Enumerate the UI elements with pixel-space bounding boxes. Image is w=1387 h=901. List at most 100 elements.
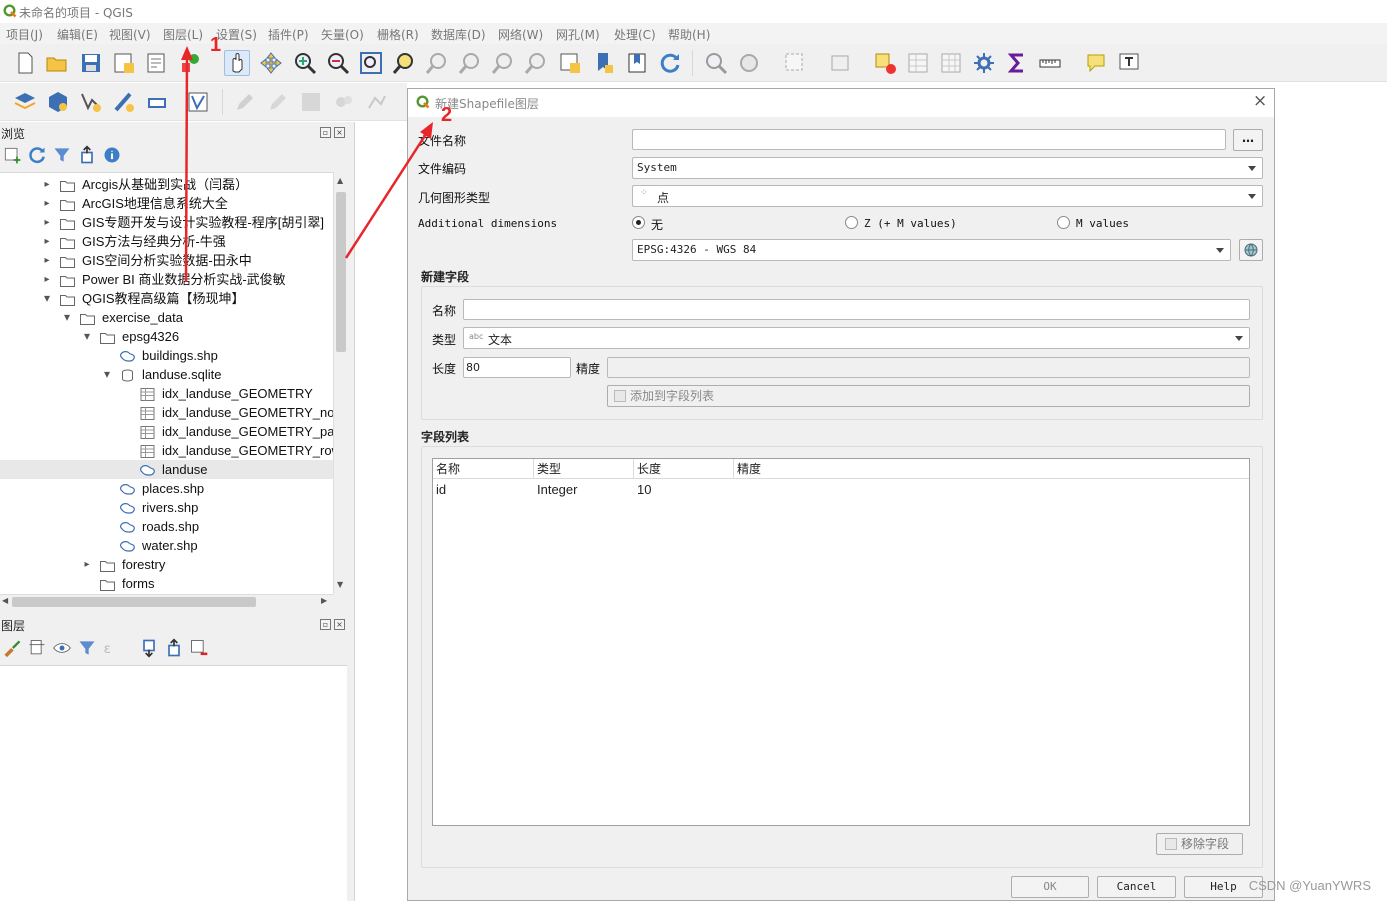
menu-view[interactable]: 视图(V) [109, 26, 151, 43]
menu-settings[interactable]: 设置(S) [216, 26, 257, 43]
chevron-right-icon[interactable]: ▸ [42, 175, 52, 194]
properties-info-icon[interactable] [102, 145, 122, 165]
zoom-to-layer-icon[interactable] [424, 50, 450, 76]
map-tips-icon[interactable] [1083, 50, 1109, 76]
menu-edit[interactable]: 编辑(E) [57, 26, 98, 43]
tree-item[interactable]: water.shp [0, 536, 333, 555]
remove-field-button[interactable]: 移除字段 [1156, 833, 1243, 855]
add-group-icon[interactable] [27, 638, 47, 658]
chevron-right-icon[interactable]: ▸ [42, 251, 52, 270]
menu-layer[interactable]: 图层(L) [163, 26, 203, 43]
scroll-down-icon[interactable]: ▼ [337, 580, 343, 589]
column-header-name[interactable]: 名称 [433, 459, 534, 479]
chevron-right-icon[interactable]: ▸ [42, 213, 52, 232]
identify-features-icon[interactable] [703, 50, 729, 76]
refresh-icon[interactable] [657, 50, 683, 76]
close-dialog-icon[interactable]: × [1253, 91, 1267, 111]
new-spatialite-layer-icon[interactable] [111, 89, 137, 115]
field-calculator-icon[interactable] [938, 50, 964, 76]
browser-horizontal-scrollbar[interactable]: ◀ ▶ [0, 594, 333, 608]
menu-plugins[interactable]: 插件(P) [268, 26, 309, 43]
chevron-right-icon[interactable]: ▸ [42, 270, 52, 289]
chevron-down-icon[interactable]: ▾ [82, 327, 92, 346]
tree-item[interactable]: ▸ Power BI 商业数据分析实战-武俊敏 [0, 270, 333, 289]
menu-vector[interactable]: 矢量(O) [321, 26, 364, 43]
zoom-next-icon[interactable] [523, 50, 549, 76]
new-project-icon[interactable] [12, 50, 38, 76]
dim-none-radio[interactable] [632, 216, 645, 229]
current-edits-icon[interactable] [232, 89, 258, 115]
tree-item[interactable]: places.shp [0, 479, 333, 498]
tree-item[interactable]: idx_landuse_GEOMETRY_rowid [0, 441, 333, 460]
vertex-tool-icon[interactable] [364, 89, 390, 115]
tree-item[interactable]: ▾ landuse.sqlite [0, 365, 333, 384]
toggle-editing-icon[interactable] [265, 89, 291, 115]
menu-project[interactable]: 项目(J) [6, 26, 43, 43]
dim-z-radio[interactable] [845, 216, 858, 229]
text-annotation-icon[interactable] [1116, 50, 1142, 76]
deselect-all-icon[interactable] [872, 50, 898, 76]
zoom-full-icon[interactable] [358, 50, 384, 76]
chevron-down-icon[interactable]: ▾ [62, 308, 72, 327]
menu-database[interactable]: 数据库(D) [431, 26, 486, 43]
map-canvas-right[interactable] [1275, 83, 1387, 901]
zoom-in-icon[interactable] [292, 50, 318, 76]
new-map-view-icon[interactable] [557, 50, 583, 76]
field-precision-input[interactable] [607, 357, 1250, 378]
field-name-input[interactable] [463, 299, 1250, 320]
close-panel-icon[interactable]: × [334, 619, 345, 630]
browser-vertical-scrollbar[interactable]: ▲ ▼ [333, 172, 347, 594]
field-length-input[interactable]: 80 [463, 357, 571, 378]
open-project-icon[interactable] [44, 50, 70, 76]
layer-styling-icon[interactable] [2, 638, 22, 658]
tree-item[interactable]: buildings.shp [0, 346, 333, 365]
select-by-value-icon[interactable] [828, 50, 854, 76]
menu-mesh[interactable]: 网孔(M) [556, 26, 600, 43]
new-print-layout-icon[interactable] [111, 50, 137, 76]
field-list-table[interactable]: 名称 类型 长度 精度 id Integer 10 [432, 458, 1250, 826]
close-panel-icon[interactable]: × [334, 127, 345, 138]
hscroll-thumb[interactable] [12, 597, 256, 607]
zoom-native-icon[interactable] [457, 50, 483, 76]
new-temporary-layer-icon[interactable] [144, 89, 170, 115]
menu-web[interactable]: 网络(W) [498, 26, 543, 43]
cancel-button[interactable]: Cancel [1097, 876, 1176, 898]
chevron-down-icon[interactable]: ▾ [102, 365, 112, 384]
file-encoding-select[interactable]: System [632, 157, 1263, 179]
remove-layer-icon[interactable] [189, 638, 209, 658]
menu-help[interactable]: 帮助(H) [668, 26, 710, 43]
tree-item[interactable]: idx_landuse_GEOMETRY_parent [0, 422, 333, 441]
crs-select[interactable]: EPSG:4326 - WGS 84 [632, 239, 1231, 261]
tree-item[interactable]: ▸ Arcgis从基础到实战（闫磊） [0, 175, 333, 194]
tree-item[interactable]: forms [0, 574, 333, 593]
ok-button[interactable]: OK [1011, 876, 1089, 898]
panel-splitter[interactable] [347, 122, 354, 901]
tree-item[interactable]: ▸ ArcGIS地理信息系统大全 [0, 194, 333, 213]
float-panel-icon[interactable]: ▫ [320, 619, 331, 630]
tree-item[interactable]: ▸ forestry [0, 555, 333, 574]
manage-visibility-icon[interactable] [52, 638, 72, 658]
save-edits-icon[interactable] [298, 89, 324, 115]
tree-item[interactable]: landuse [0, 460, 333, 479]
scroll-up-icon[interactable]: ▲ [337, 176, 343, 185]
zoom-to-selection-icon[interactable] [391, 50, 417, 76]
chevron-right-icon[interactable]: ▸ [42, 232, 52, 251]
zoom-out-icon[interactable] [325, 50, 351, 76]
filter-browser-icon[interactable] [52, 145, 72, 165]
scroll-right-icon[interactable]: ▶ [321, 596, 327, 605]
layers-list[interactable] [0, 665, 347, 901]
dim-m-radio[interactable] [1057, 216, 1070, 229]
add-feature-icon[interactable] [331, 89, 357, 115]
chevron-down-icon[interactable]: ▾ [42, 289, 52, 308]
select-crs-button[interactable] [1239, 239, 1263, 261]
add-selected-layers-icon[interactable] [2, 145, 22, 165]
tree-item[interactable]: idx_landuse_GEOMETRY [0, 384, 333, 403]
tree-item[interactable]: ▾ QGIS教程高级篇【杨现坤】 [0, 289, 333, 308]
map-canvas[interactable] [354, 122, 407, 901]
processing-toolbox-icon[interactable] [971, 50, 997, 76]
filter-by-expression-icon[interactable]: ε [102, 638, 122, 658]
geometry-type-select[interactable]: ⁘ 点 [632, 185, 1263, 207]
new-shapefile-layer-icon[interactable] [78, 89, 104, 115]
filter-legend-icon[interactable] [77, 638, 97, 658]
collapse-all-icon[interactable] [77, 145, 97, 165]
